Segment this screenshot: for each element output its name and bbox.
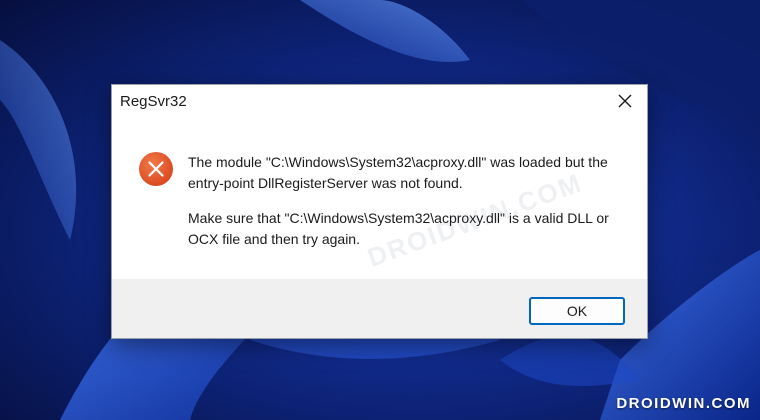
error-message: The module "C:\Windows\System32\acproxy.… [188, 154, 608, 191]
dialog-content: The module "C:\Windows\System32\acproxy.… [112, 119, 647, 279]
ok-button[interactable]: OK [529, 297, 625, 325]
dialog-title: RegSvr32 [120, 93, 187, 110]
close-icon [618, 94, 632, 108]
hint-message: Make sure that "C:\Windows\System32\acpr… [188, 210, 609, 247]
close-button[interactable] [603, 85, 647, 117]
site-watermark: DROIDWIN.COM [616, 395, 751, 412]
error-x-icon [139, 152, 173, 186]
ok-button-label: OK [566, 303, 588, 319]
regsvr32-dialog: RegSvr32 The module "C:\Windows\System32… [111, 84, 648, 339]
dialog-footer: OK [112, 279, 647, 338]
dialog-titlebar[interactable]: RegSvr32 [112, 85, 647, 119]
